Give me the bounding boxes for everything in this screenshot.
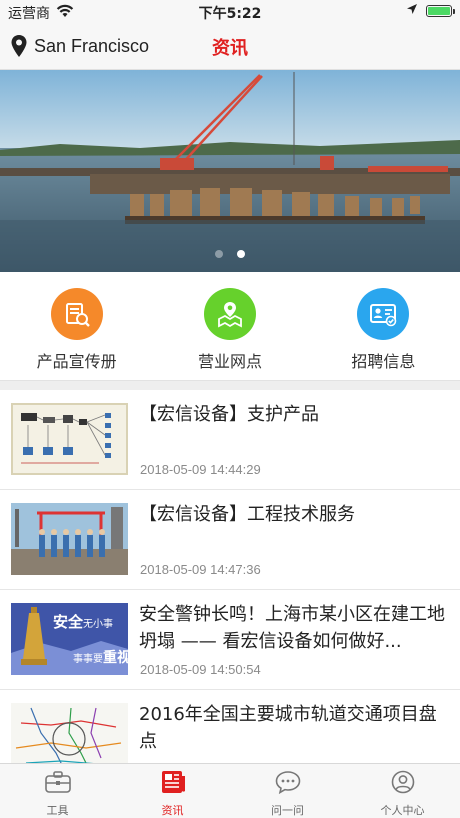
news-date: 2018-05-09 14:47:36: [140, 562, 261, 577]
banner-carousel[interactable]: [0, 70, 460, 272]
shortcut-label: 招聘信息: [351, 352, 416, 371]
tab-label: 资讯: [161, 804, 184, 817]
tab-label: 个人中心: [380, 804, 425, 817]
shortcut-label: 产品宣传册: [36, 352, 117, 371]
map-location-icon: [203, 288, 256, 340]
user-icon: [389, 770, 417, 798]
shortcut-jobs[interactable]: 招聘信息: [307, 272, 460, 380]
shortcut-label: 营业网点: [197, 352, 262, 371]
news-thumbnail: [11, 503, 128, 575]
news-title: 【宏信设备】工程技术服务: [139, 504, 355, 525]
toolbox-icon: [44, 770, 72, 798]
tab-news[interactable]: 资讯: [115, 764, 230, 818]
status-bar-right: [406, 3, 455, 19]
thumb-caption: 安全无小事: [53, 613, 114, 631]
news-thumbnail: 安全无小事 事事要重视: [11, 603, 128, 675]
tab-tools[interactable]: 工具: [0, 764, 115, 818]
location-pin-icon: [10, 34, 28, 58]
nav-bar: San Francisco 资讯: [0, 24, 460, 70]
location-arrow-icon: [406, 3, 418, 19]
carousel-dots: [0, 250, 460, 258]
tab-profile[interactable]: 个人中心: [345, 764, 460, 818]
banner-image: [0, 70, 460, 272]
location-name: San Francisco: [34, 35, 150, 56]
news-item[interactable]: 【宏信设备】工程技术服务 2018-05-09 14:47:36: [0, 490, 460, 590]
shortcut-branches[interactable]: 营业网点: [153, 272, 306, 380]
location-selector[interactable]: San Francisco: [10, 34, 149, 58]
thumb-caption: 事事要重视: [73, 650, 128, 666]
news-title: 【宏信设备】支护产品: [139, 404, 319, 425]
section-divider: [0, 380, 460, 390]
shortcut-grid: 产品宣传册 营业网点 招聘信息: [0, 272, 460, 380]
shortcut-brochure[interactable]: 产品宣传册: [0, 272, 153, 380]
brochure-icon: [50, 288, 103, 340]
news-item[interactable]: 【宏信设备】支护产品 2018-05-09 14:44:29: [0, 390, 460, 490]
news-thumbnail: [11, 703, 128, 763]
tab-bar: 工具 资讯 问一问 个人中心: [0, 763, 460, 818]
news-thumbnail: [11, 403, 128, 475]
newspaper-icon: [159, 770, 187, 798]
news-title: 2016年全国主要城市轨道交通项目盘点: [139, 704, 437, 752]
battery-icon: [426, 5, 455, 17]
tab-label: 工具: [46, 804, 69, 817]
news-item[interactable]: 安全无小事 事事要重视 安全警钟长鸣！上海市某小区在建工地坍塌 —— 看宏信设备…: [0, 590, 460, 690]
tab-ask[interactable]: 问一问: [230, 764, 345, 818]
carousel-dot-active[interactable]: [237, 250, 245, 258]
id-card-icon: [357, 288, 410, 340]
status-time: 下午5:22: [198, 6, 262, 22]
news-list[interactable]: 【宏信设备】支护产品 2018-05-09 14:44:29 【宏信设备】工程技…: [0, 390, 460, 763]
carousel-dot[interactable]: [215, 250, 223, 258]
news-item[interactable]: 2016年全国主要城市轨道交通项目盘点: [0, 690, 460, 763]
news-date: 2018-05-09 14:50:54: [140, 662, 261, 677]
status-bar: 运营商 下午5:22: [0, 0, 460, 24]
tab-label: 问一问: [271, 804, 304, 817]
chat-bubble-icon: [274, 770, 302, 798]
news-title: 安全警钟长鸣！上海市某小区在建工地坍塌 —— 看宏信设备如何做好...: [139, 604, 445, 652]
news-date: 2018-05-09 14:44:29: [140, 462, 261, 477]
